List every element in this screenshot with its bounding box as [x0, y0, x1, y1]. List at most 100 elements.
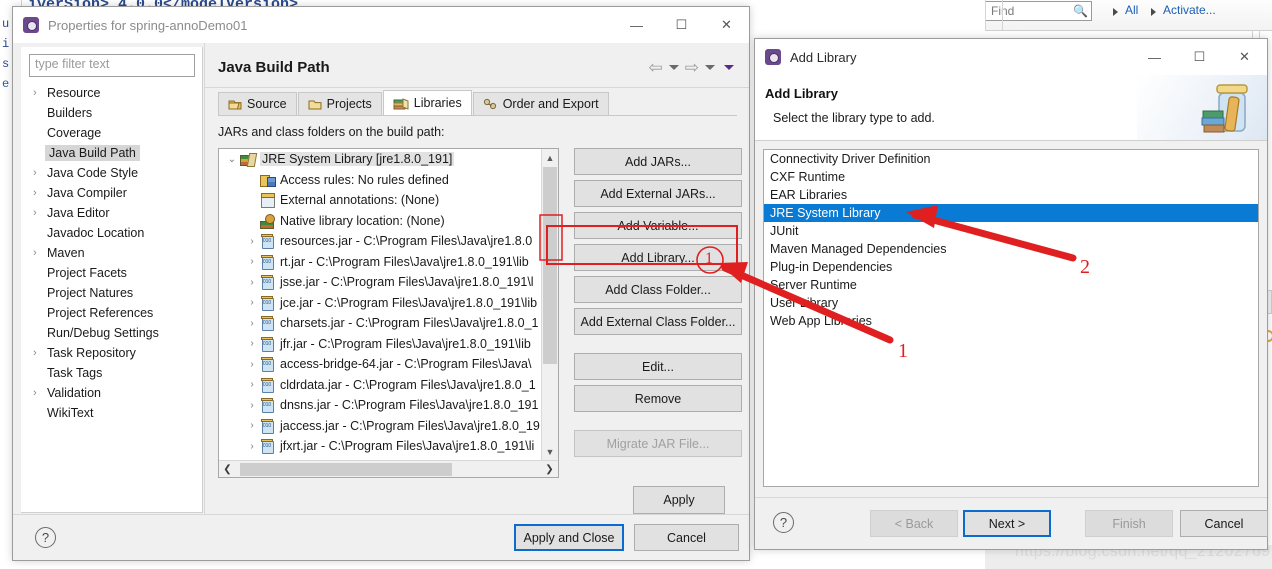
help-icon[interactable]: ?: [35, 527, 56, 548]
add-jars-button[interactable]: Add JARs...: [574, 148, 742, 175]
sidebar-item-wikitext[interactable]: WikiText: [21, 403, 202, 423]
library-type-item[interactable]: EAR Libraries: [764, 186, 1258, 204]
tab-libraries[interactable]: Libraries: [382, 90, 472, 115]
chevron-right-icon[interactable]: ›: [245, 236, 259, 247]
add-library-button[interactable]: Add Library...: [574, 244, 742, 271]
build-path-row[interactable]: › cldrdata.jar - C:\Program Files\Java\jr…: [219, 375, 541, 396]
add-external-jars-button[interactable]: Add External JARs...: [574, 180, 742, 207]
build-path-row[interactable]: Native library location: (None): [219, 211, 541, 232]
chevron-right-icon[interactable]: ›: [245, 318, 259, 329]
library-type-item[interactable]: Connectivity Driver Definition: [764, 150, 1258, 168]
build-path-row[interactable]: › rt.jar - C:\Program Files\Java\jre1.8.0…: [219, 252, 541, 273]
back-dropdown-caret-down-icon[interactable]: [668, 65, 679, 70]
library-type-item[interactable]: Web App Libraries: [764, 312, 1258, 330]
apply-button[interactable]: Apply: [633, 486, 725, 514]
chevron-right-icon[interactable]: ›: [245, 338, 259, 349]
add-external-class-folder-button[interactable]: Add External Class Folder...: [574, 308, 742, 335]
scroll-right-icon[interactable]: ❯: [541, 464, 558, 475]
sidebar-item-java-compiler[interactable]: › Java Compiler: [21, 183, 202, 203]
sidebar-item-resource[interactable]: › Resource: [21, 83, 202, 103]
hscroll-thumb[interactable]: [240, 462, 452, 476]
add-variable-button[interactable]: Add Variable...: [574, 212, 742, 239]
tree-horizontal-scrollbar[interactable]: ❮ ❯: [219, 460, 558, 477]
chevron-right-icon[interactable]: ›: [245, 420, 259, 431]
sidebar-item-javadoc-location[interactable]: Javadoc Location: [21, 223, 202, 243]
sidebar-item-java-code-style[interactable]: › Java Code Style: [21, 163, 202, 183]
sidebar-item-project-references[interactable]: Project References: [21, 303, 202, 323]
build-path-row[interactable]: Access rules: No rules defined: [219, 170, 541, 191]
build-path-row[interactable]: › jce.jar - C:\Program Files\Java\jre1.8.…: [219, 293, 541, 314]
chevron-right-icon[interactable]: ›: [33, 247, 47, 259]
toolbar-all-link[interactable]: All: [1125, 3, 1138, 17]
chevron-right-icon[interactable]: ›: [245, 441, 259, 452]
sidebar-item-maven[interactable]: › Maven: [21, 243, 202, 263]
library-type-item[interactable]: User Library: [764, 294, 1258, 312]
chevron-right-icon[interactable]: ›: [245, 297, 259, 308]
page-menu-caret-down-icon[interactable]: [724, 65, 734, 70]
build-path-row[interactable]: External annotations: (None): [219, 190, 541, 211]
sidebar-item-java-build-path[interactable]: Java Build Path: [21, 143, 202, 163]
sidebar-item-coverage[interactable]: Coverage: [21, 123, 202, 143]
next-button[interactable]: Next >: [963, 510, 1051, 537]
sidebar-item-builders[interactable]: Builders: [21, 103, 202, 123]
tab-projects[interactable]: Projects: [297, 92, 382, 115]
scroll-up-icon[interactable]: ▲: [542, 149, 558, 166]
scroll-down-icon[interactable]: ▼: [542, 443, 558, 460]
build-path-row[interactable]: › jaccess.jar - C:\Program Files\Java\jre…: [219, 416, 541, 437]
search-icon[interactable]: 🔍: [1073, 4, 1088, 18]
sidebar-item-java-editor[interactable]: › Java Editor: [21, 203, 202, 223]
build-path-row[interactable]: › jfr.jar - C:\Program Files\Java\jre1.8.…: [219, 334, 541, 355]
library-type-item[interactable]: JUnit: [764, 222, 1258, 240]
filter-input[interactable]: type filter text: [29, 54, 195, 77]
build-path-row[interactable]: › charsets.jar - C:\Program Files\Java\jr…: [219, 313, 541, 334]
build-path-row[interactable]: › resources.jar - C:\Program Files\Java\j…: [219, 231, 541, 252]
close-button[interactable]: ✕: [1222, 39, 1267, 75]
chevron-right-icon[interactable]: ›: [245, 359, 259, 370]
add-class-folder-button[interactable]: Add Class Folder...: [574, 276, 742, 303]
chevron-right-icon[interactable]: ›: [33, 87, 47, 99]
help-icon[interactable]: ?: [773, 512, 794, 533]
minimize-button[interactable]: —: [614, 7, 659, 43]
chevron-right-icon[interactable]: ›: [245, 256, 259, 267]
chevron-right-icon[interactable]: ›: [33, 167, 47, 179]
caret-right-icon-all[interactable]: [1113, 8, 1118, 16]
arrow-right-icon[interactable]: ⇨: [685, 59, 699, 76]
library-type-item[interactable]: Plug-in Dependencies: [764, 258, 1258, 276]
properties-cancel-button[interactable]: Cancel: [634, 524, 739, 551]
chevron-right-icon[interactable]: ›: [33, 207, 47, 219]
library-type-item[interactable]: Maven Managed Dependencies: [764, 240, 1258, 258]
build-path-row[interactable]: ⌄ JRE System Library [jre1.8.0_191]: [219, 149, 541, 170]
maximize-button[interactable]: ☐: [659, 7, 704, 43]
build-path-row[interactable]: › access-bridge-64.jar - C:\Program Files…: [219, 354, 541, 375]
chevron-right-icon[interactable]: ›: [245, 379, 259, 390]
add-library-cancel-button[interactable]: Cancel: [1180, 510, 1268, 537]
library-type-item[interactable]: JRE System Library: [764, 204, 1258, 222]
library-type-item[interactable]: Server Runtime: [764, 276, 1258, 294]
scroll-left-icon[interactable]: ❮: [219, 464, 236, 475]
chevron-right-icon[interactable]: ›: [33, 387, 47, 399]
library-type-item[interactable]: CXF Runtime: [764, 168, 1258, 186]
sidebar-item-run-debug-settings[interactable]: Run/Debug Settings: [21, 323, 202, 343]
tab-order-and-export[interactable]: Order and Export: [472, 92, 609, 115]
sidebar-item-task-repository[interactable]: › Task Repository: [21, 343, 202, 363]
chevron-right-icon[interactable]: ›: [33, 187, 47, 199]
tree-vertical-scrollbar[interactable]: ▲ ▼: [541, 149, 558, 460]
forward-dropdown-caret-down-icon[interactable]: [705, 65, 715, 70]
caret-right-icon-activate[interactable]: [1151, 8, 1156, 16]
tab-source[interactable]: Source: [218, 92, 297, 115]
sidebar-item-project-facets[interactable]: Project Facets: [21, 263, 202, 283]
chevron-right-icon[interactable]: ›: [33, 347, 47, 359]
vscroll-thumb[interactable]: [543, 167, 557, 364]
chevron-right-icon[interactable]: ›: [245, 277, 259, 288]
maximize-button[interactable]: ☐: [1177, 39, 1222, 75]
toolbar-activate-link[interactable]: Activate...: [1163, 3, 1216, 17]
sidebar-item-project-natures[interactable]: Project Natures: [21, 283, 202, 303]
sidebar-item-task-tags[interactable]: Task Tags: [21, 363, 202, 383]
remove-button[interactable]: Remove: [574, 385, 742, 412]
edit-button[interactable]: Edit...: [574, 353, 742, 380]
chevron-right-icon[interactable]: ›: [245, 400, 259, 411]
hscroll-track[interactable]: [236, 462, 541, 477]
sidebar-item-validation[interactable]: › Validation: [21, 383, 202, 403]
arrow-left-icon[interactable]: ⇦: [649, 59, 663, 76]
build-path-row[interactable]: › jfxrt.jar - C:\Program Files\Java\jre1.…: [219, 436, 541, 457]
